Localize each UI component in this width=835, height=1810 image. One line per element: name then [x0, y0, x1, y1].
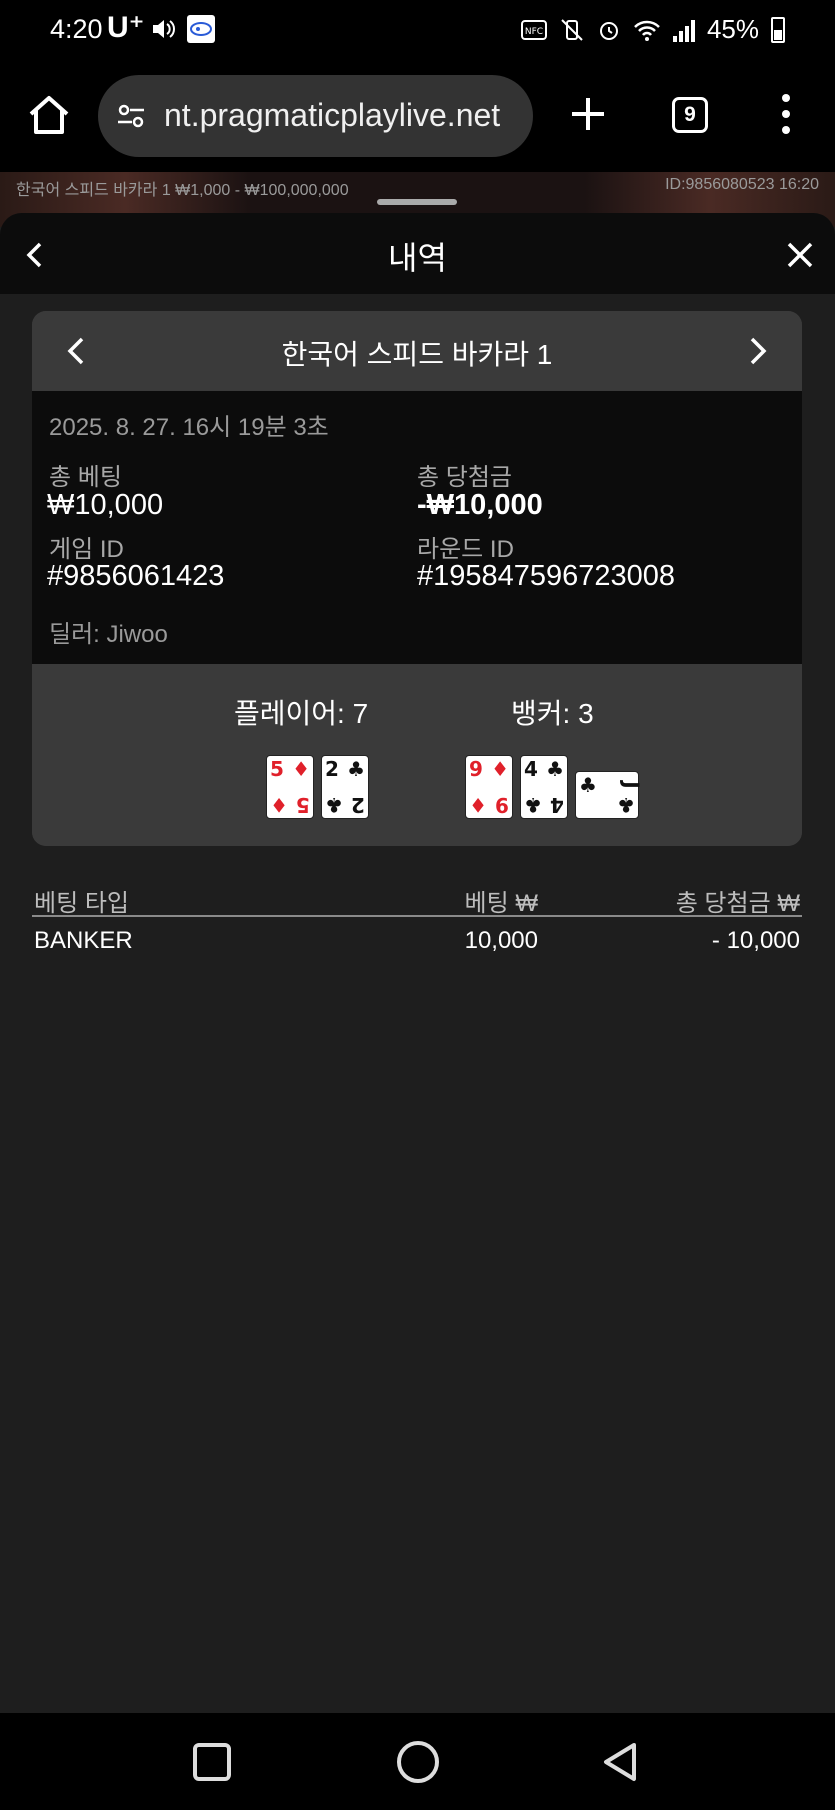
- svg-text:NFC: NFC: [525, 27, 543, 37]
- status-time: 4:20: [50, 14, 103, 44]
- table-row: BANKER 10,000 - 10,000: [32, 923, 802, 963]
- battery-percent: 45%: [706, 14, 759, 44]
- game-table-info: 한국어 스피드 바카라 1 ₩1,000 - ₩100,000,000: [16, 182, 349, 199]
- app-notification-icon: [187, 15, 215, 43]
- system-nav-bar: [0, 1713, 835, 1810]
- bet-amount-cell: 10,000: [464, 927, 538, 954]
- home-icon[interactable]: [26, 92, 72, 138]
- status-left-icons: [150, 14, 216, 44]
- playing-card-player-2: 2 ♣ ♣ 2: [321, 755, 369, 819]
- round-date: 2025. 8. 27. 16시 19분 3초: [49, 414, 329, 441]
- new-tab-icon[interactable]: [566, 92, 610, 136]
- total-win-value: -₩10,000: [417, 489, 543, 521]
- sheet-header: 내역: [0, 213, 835, 294]
- round-details: 2025. 8. 27. 16시 19분 3초 총 베팅 ₩10,000 총 당…: [32, 391, 802, 664]
- battery-icon: [771, 16, 785, 43]
- address-bar[interactable]: nt.pragmaticplaylive.net: [98, 75, 533, 157]
- url-text: nt.pragmaticplaylive.net: [164, 97, 501, 133]
- history-sheet: 내역 한국어 스피드 바카라 1 2025. 8. 27. 16시 19분 3초…: [0, 213, 835, 1713]
- next-round-icon[interactable]: [748, 335, 770, 367]
- sheet-drag-handle[interactable]: [377, 199, 457, 205]
- column-header-total-win: 총 당첨금 ₩: [675, 890, 800, 917]
- round-card-header: 한국어 스피드 바카라 1: [32, 311, 802, 391]
- back-button[interactable]: [600, 1741, 640, 1783]
- bets-table-header: 베팅 타입 베팅 ₩ 총 당첨금 ₩: [32, 879, 802, 917]
- recent-apps-button[interactable]: [193, 1743, 231, 1781]
- playing-card-banker-1: 9 ♦ ♦ 9: [465, 755, 513, 819]
- site-settings-icon[interactable]: [116, 101, 146, 131]
- tab-switcher-button[interactable]: 9: [672, 97, 708, 133]
- round-card: 한국어 스피드 바카라 1 2025. 8. 27. 16시 19분 3초 총 …: [32, 311, 802, 846]
- home-button[interactable]: [397, 1741, 439, 1783]
- close-icon[interactable]: [785, 240, 815, 270]
- status-bar: 4:20 U⁺ NFC 45%: [0, 0, 835, 62]
- game-id-value: #9856061423: [47, 560, 225, 592]
- vibrate-mute-icon: [561, 18, 583, 41]
- total-bet-value: ₩10,000: [47, 489, 164, 521]
- column-header-bet-type: 베팅 타입: [34, 890, 129, 917]
- bet-type-cell: BANKER: [34, 927, 133, 954]
- carrier-label: U⁺: [107, 11, 145, 44]
- round-id-value: #195847596723008: [417, 560, 676, 592]
- game-id-label: 게임 ID: [49, 536, 124, 563]
- more-menu-icon[interactable]: [776, 94, 796, 134]
- dealer-name: 딜러: Jiwoo: [49, 621, 168, 648]
- sheet-title: 내역: [388, 240, 447, 276]
- status-right-icons: NFC 45%: [520, 14, 785, 45]
- banker-score: 뱅커: 3: [511, 698, 594, 729]
- total-win-cell: - 10,000: [711, 927, 800, 954]
- column-header-bet-amount: 베팅 ₩: [464, 890, 538, 917]
- total-bet-label: 총 베팅: [49, 464, 122, 491]
- playing-card-player-1: 5 ♦ ♦ 5: [266, 755, 314, 819]
- browser-toolbar: nt.pragmaticplaylive.net 9: [0, 62, 835, 172]
- wifi-icon: [634, 20, 660, 41]
- game-name: 한국어 스피드 바카라 1: [281, 339, 553, 370]
- playing-card-banker-2: 4 ♣ ♣ 4: [520, 755, 568, 819]
- alarm-icon: [599, 21, 618, 40]
- nfc-icon: NFC: [520, 19, 547, 40]
- game-id-time: ID:9856080523 16:20: [665, 176, 819, 193]
- player-score: 플레이어: 7: [234, 698, 369, 729]
- playing-card-banker-3: ♣ J ♣: [575, 771, 643, 819]
- round-result: 플레이어: 7 뱅커: 3 5 ♦ ♦ 5 2 ♣ ♣ 2 9 ♦ ♦ 9 4 ♣ ♣ 4 ♣ J ♣: [32, 664, 802, 846]
- signal-icon: [672, 18, 695, 42]
- volume-icon: [153, 20, 175, 38]
- total-win-label: 총 당첨금: [417, 464, 512, 491]
- round-id-label: 라운드 ID: [417, 536, 514, 563]
